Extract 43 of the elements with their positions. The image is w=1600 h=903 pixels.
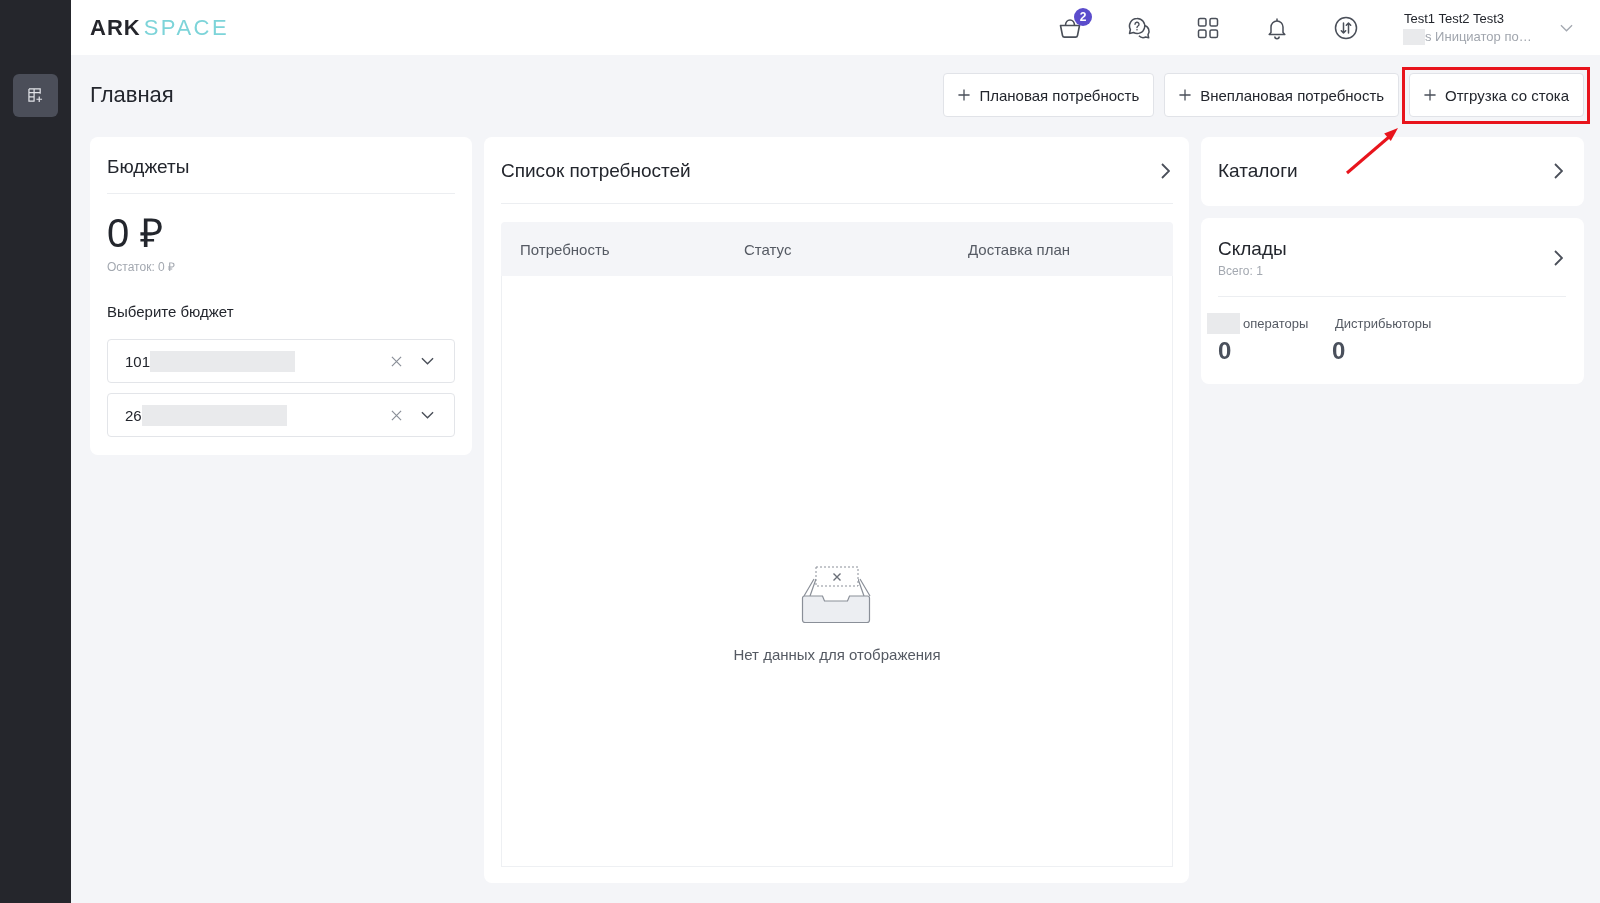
column-header: Статус (743, 240, 793, 258)
chevron-down-icon[interactable] (421, 411, 434, 419)
stat-label: операторы (1243, 315, 1309, 332)
budget-select[interactable]: 26 (107, 393, 455, 437)
add-request-button[interactable]: Внеплановая потребность (1164, 73, 1400, 117)
count-badge: 2 (1074, 7, 1092, 26)
select-label: Выберите бюджет (107, 302, 235, 322)
clear-icon[interactable] (391, 355, 402, 367)
card-title: Бюджеты (107, 155, 191, 179)
budget-select[interactable]: 101 (107, 339, 455, 383)
add-request-button[interactable]: Плановая потребность (943, 73, 1155, 117)
empty-tray-icon (801, 566, 873, 624)
user-role: s Инициатор по… (1425, 28, 1532, 45)
card-title[interactable]: Склады (1218, 237, 1287, 261)
apps-grid-icon[interactable] (1196, 15, 1220, 40)
total-count: Всего: 1 (1218, 263, 1264, 279)
card-title[interactable]: Список потребностей (501, 159, 691, 183)
remainder-text: Остаток: 0 ₽ (107, 259, 177, 275)
budget-amount: 0 ₽ (107, 210, 165, 256)
logo[interactable]: ARK SPACE (90, 14, 230, 41)
card-title[interactable]: Каталоги (1218, 159, 1298, 183)
chevron-right-icon[interactable] (1554, 250, 1563, 266)
exchange-icon[interactable] (1334, 15, 1358, 40)
sidebar-button[interactable] (13, 74, 58, 117)
chevron-right-icon[interactable] (1554, 163, 1563, 179)
annotation-arrow (1346, 128, 1399, 175)
clear-icon[interactable] (391, 409, 402, 421)
plus-icon (1424, 89, 1437, 101)
stat-value: 0 (1218, 337, 1233, 365)
chevron-down-icon[interactable] (421, 357, 434, 365)
stat-label: Дистрибьюторы (1335, 315, 1432, 332)
table-plus-icon (28, 88, 43, 103)
plus-icon (1179, 89, 1192, 101)
page-title: Главная (90, 81, 174, 109)
help-chat-icon[interactable] (1127, 15, 1151, 40)
add-request-button[interactable]: Отгрузка со стока (1409, 73, 1584, 117)
column-header: Доставка план (967, 240, 1072, 258)
user-name[interactable]: Test1 Test2 Test3 (1404, 10, 1556, 27)
stat-value: 0 (1332, 337, 1347, 365)
plus-icon (958, 89, 971, 101)
column-header: Потребность (519, 240, 611, 258)
chevron-right-icon[interactable] (1161, 163, 1170, 179)
empty-state-text: Нет данных для отображения (733, 646, 941, 664)
